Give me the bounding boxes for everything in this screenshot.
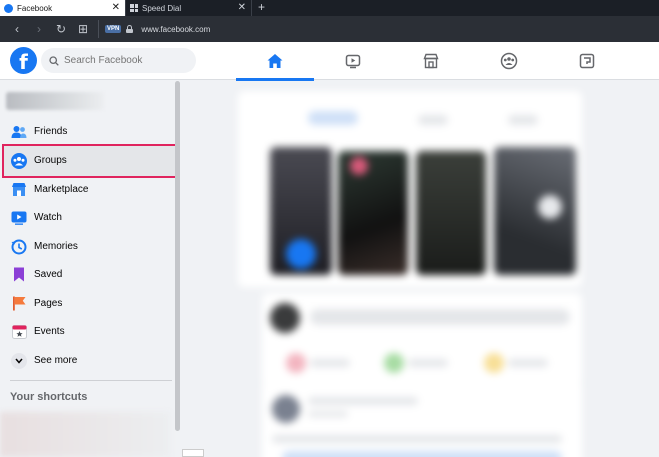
sidebar-item-label: Pages: [34, 298, 63, 309]
toolbar-divider: [98, 20, 99, 38]
browser-toolbar: ‹ › ↻ ⊞ VPN www.facebook.com: [0, 16, 659, 42]
sidebar-item-groups[interactable]: Groups: [4, 147, 176, 174]
sidebar-item-label: Events: [34, 326, 65, 337]
create-post-card: [262, 293, 582, 385]
post-card: [262, 381, 582, 457]
saved-icon: [10, 266, 28, 284]
tab-close-icon[interactable]: ✕: [112, 2, 120, 13]
sidebar-item-label: Watch: [34, 212, 62, 223]
tab-groups[interactable]: [470, 42, 548, 80]
events-icon: [10, 323, 28, 341]
pages-icon: [10, 295, 28, 313]
sidebar-item-friends[interactable]: Friends: [4, 118, 176, 145]
facebook-favicon-icon: [4, 3, 13, 13]
lock-icon[interactable]: [126, 25, 134, 33]
home-icon: [267, 54, 283, 68]
search-icon: [49, 55, 59, 66]
groups-icon: [10, 152, 28, 170]
address-bar-url[interactable]: www.facebook.com: [141, 25, 210, 34]
search-input[interactable]: [64, 55, 184, 66]
chevron-down-icon: [11, 352, 27, 369]
sidebar-item-pages[interactable]: Pages: [4, 290, 176, 317]
sidebar-item-label: Groups: [34, 155, 67, 166]
sidebar-item-label: Saved: [34, 269, 63, 280]
sidebar-item-watch[interactable]: Watch: [4, 204, 176, 231]
speed-dial-favicon-icon: [130, 4, 138, 12]
gaming-icon: [579, 53, 595, 69]
tab-watch[interactable]: [314, 42, 392, 80]
sidebar-item-label: Friends: [34, 126, 68, 137]
speed-dial-button[interactable]: ⊞: [72, 22, 94, 36]
sidebar-item-label: Memories: [34, 241, 78, 252]
memories-icon: [10, 238, 28, 256]
tab-gaming[interactable]: [548, 42, 626, 80]
stories-card: [238, 91, 582, 287]
news-feed-blurred: [182, 81, 659, 457]
groups-icon: [500, 52, 518, 70]
tab-close-icon[interactable]: ✕: [238, 2, 246, 13]
tab-home[interactable]: [236, 42, 314, 81]
sidebar-item-saved[interactable]: Saved: [4, 261, 176, 288]
sidebar-item-label: Marketplace: [34, 184, 89, 195]
sidebar-divider: [10, 380, 172, 381]
browser-tab-speed-dial[interactable]: Speed Dial ✕: [126, 0, 252, 16]
facebook-header: f: [0, 42, 659, 81]
back-button[interactable]: ‹: [6, 22, 28, 36]
header-nav-tabs: [236, 42, 626, 81]
sidebar-item-marketplace[interactable]: Marketplace: [4, 176, 176, 203]
tab-title: Speed Dial: [142, 3, 182, 13]
sidebar-item-events[interactable]: Events: [4, 318, 176, 345]
marketplace-icon: [10, 181, 28, 199]
profile-name-blurred[interactable]: [6, 92, 104, 110]
vpn-badge[interactable]: VPN: [105, 25, 122, 33]
facebook-logo[interactable]: f: [10, 47, 37, 74]
browser-tab-facebook[interactable]: Facebook ✕: [0, 0, 126, 16]
shortcuts-heading: Your shortcuts: [10, 391, 88, 403]
marketplace-icon: [423, 53, 439, 69]
forward-button[interactable]: ›: [28, 22, 50, 36]
tab-title: Facebook: [17, 3, 53, 13]
friends-icon: [10, 123, 28, 141]
search-box[interactable]: [41, 48, 196, 73]
watch-icon: [10, 209, 28, 227]
sidebar-item-see-more[interactable]: See more: [4, 347, 176, 374]
sidebar-item-label: See more: [34, 355, 78, 366]
new-tab-button[interactable]: +: [252, 0, 271, 16]
shortcut-item-blurred[interactable]: [0, 412, 170, 457]
reload-button[interactable]: ↻: [50, 22, 72, 36]
browser-tab-strip: Facebook ✕ Speed Dial ✕ +: [0, 0, 659, 16]
watch-icon: [345, 54, 361, 69]
tab-marketplace[interactable]: [392, 42, 470, 80]
sidebar-item-memories[interactable]: Memories: [4, 233, 176, 260]
sidebar-scrollbar[interactable]: [175, 81, 180, 431]
